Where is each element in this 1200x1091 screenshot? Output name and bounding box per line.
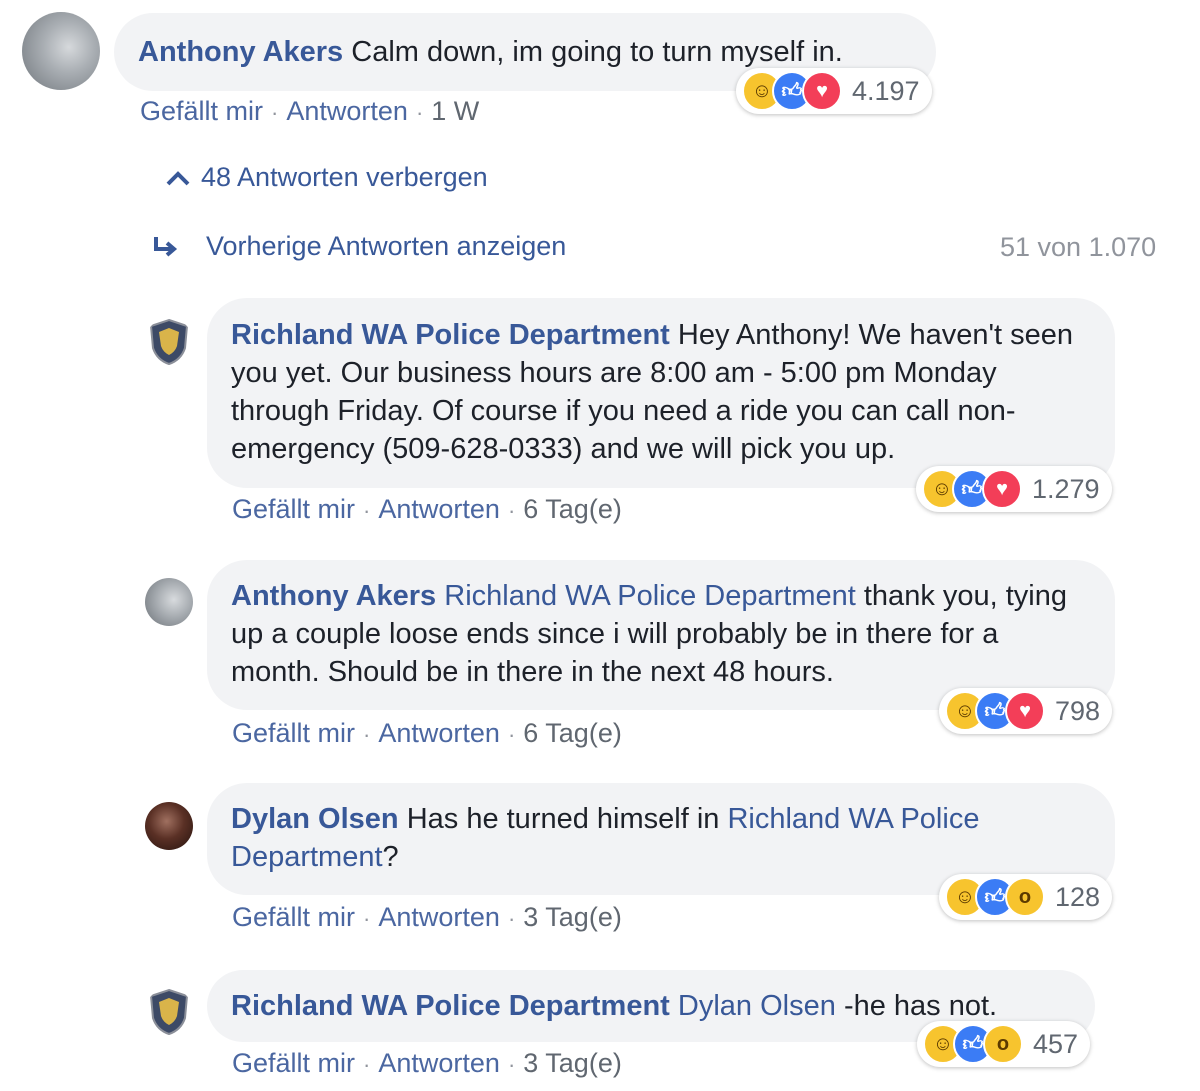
comment-text: Has he turned himself in bbox=[406, 803, 720, 835]
reply-link[interactable]: Antworten bbox=[286, 96, 408, 126]
comment-actions: Gefällt mir · Antworten · 3 Tag(e) bbox=[232, 1048, 622, 1078]
reply-link[interactable]: Antworten bbox=[378, 902, 500, 932]
reaction-count: 1.279 bbox=[1032, 473, 1100, 504]
comment-text: Calm down, im going to turn myself in. bbox=[351, 36, 843, 68]
comment-text: -he has not. bbox=[843, 990, 998, 1022]
comment-time[interactable]: 3 Tag(e) bbox=[523, 902, 622, 932]
mention-link[interactable]: Dylan Olsen bbox=[678, 990, 836, 1022]
like-link[interactable]: Gefällt mir bbox=[232, 718, 355, 748]
reply-counter: 51 von 1.070 bbox=[1000, 232, 1157, 262]
avatar-police-department[interactable] bbox=[145, 988, 193, 1036]
police-badge-icon bbox=[149, 988, 189, 1036]
like-link[interactable]: Gefällt mir bbox=[232, 494, 355, 524]
comment-actions: Gefällt mir · Antworten · 6 Tag(e) bbox=[232, 718, 622, 748]
like-link[interactable]: Gefällt mir bbox=[140, 96, 263, 126]
comment-author[interactable]: Richland WA Police Department bbox=[231, 319, 670, 351]
chevron-up-icon bbox=[166, 171, 190, 186]
comment-time[interactable]: 1 W bbox=[431, 96, 479, 126]
like-link[interactable]: Gefällt mir bbox=[232, 902, 355, 932]
reaction-summary[interactable]: ☺ 👍︎ ♥ 798 bbox=[939, 688, 1113, 734]
hide-replies-label: 48 Antworten verbergen bbox=[201, 162, 488, 192]
wow-icon: o bbox=[1005, 877, 1045, 917]
love-icon: ♥ bbox=[982, 469, 1022, 509]
avatar-anthony-akers[interactable] bbox=[22, 12, 100, 90]
comment-author[interactable]: Dylan Olsen bbox=[231, 803, 399, 835]
comment-actions: Gefällt mir · Antworten · 6 Tag(e) bbox=[232, 494, 622, 524]
comment-author[interactable]: Anthony Akers bbox=[138, 36, 343, 68]
love-icon: ♥ bbox=[802, 71, 842, 111]
like-link[interactable]: Gefällt mir bbox=[232, 1048, 355, 1078]
comment-time[interactable]: 3 Tag(e) bbox=[523, 1048, 622, 1078]
hide-replies-toggle[interactable]: 48 Antworten verbergen bbox=[165, 162, 488, 193]
reply-arrow-icon bbox=[154, 236, 178, 257]
avatar-police-department[interactable] bbox=[145, 318, 193, 366]
reaction-summary[interactable]: ☺ 👍︎ o 457 bbox=[917, 1021, 1091, 1067]
comment-text-suffix: ? bbox=[382, 841, 399, 873]
comment-time[interactable]: 6 Tag(e) bbox=[523, 494, 622, 524]
reaction-count: 798 bbox=[1055, 695, 1101, 726]
comment-actions: Gefällt mir · Antworten · 1 W bbox=[140, 96, 480, 126]
wow-icon: o bbox=[983, 1024, 1023, 1064]
previous-replies-link[interactable]: Vorherige Antworten anzeigen bbox=[150, 231, 566, 262]
police-badge-icon bbox=[149, 318, 189, 366]
avatar-anthony-akers[interactable] bbox=[145, 578, 193, 626]
comment-author[interactable]: Anthony Akers bbox=[231, 580, 436, 612]
mention-link[interactable]: Richland WA Police Department bbox=[444, 580, 856, 612]
love-icon: ♥ bbox=[1005, 691, 1045, 731]
comment-actions: Gefällt mir · Antworten · 3 Tag(e) bbox=[232, 902, 622, 932]
reply-bubble: Richland WA Police Department Hey Anthon… bbox=[207, 298, 1115, 488]
comment-author[interactable]: Richland WA Police Department bbox=[231, 990, 670, 1022]
reaction-count: 128 bbox=[1055, 881, 1101, 912]
reaction-count: 4.197 bbox=[852, 75, 920, 106]
reply-link[interactable]: Antworten bbox=[378, 494, 500, 524]
reply-link[interactable]: Antworten bbox=[378, 1048, 500, 1078]
reaction-summary[interactable]: ☺ 👍︎ ♥ 1.279 bbox=[916, 466, 1112, 512]
reaction-count: 457 bbox=[1033, 1028, 1079, 1059]
reply-link[interactable]: Antworten bbox=[378, 718, 500, 748]
reaction-summary[interactable]: ☺ 👍︎ ♥ 4.197 bbox=[736, 68, 932, 114]
previous-replies-label: Vorherige Antworten anzeigen bbox=[206, 231, 567, 261]
reaction-summary[interactable]: ☺ 👍︎ o 128 bbox=[939, 874, 1113, 920]
comment-time[interactable]: 6 Tag(e) bbox=[523, 718, 622, 748]
avatar-dylan-olsen[interactable] bbox=[145, 802, 193, 850]
